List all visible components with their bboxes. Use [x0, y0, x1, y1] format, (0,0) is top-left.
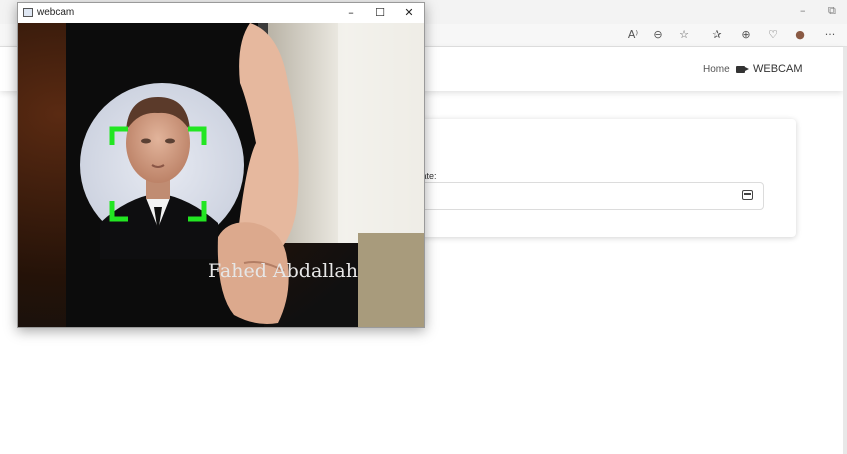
- nav-webcam-label: WEBCAM: [753, 63, 803, 75]
- close-button[interactable]: ✕: [402, 6, 416, 20]
- extensions-icon[interactable]: ♡: [765, 27, 781, 43]
- webcam-frame: Fahed Abdallah: [18, 23, 424, 327]
- window-app-icon: [23, 8, 33, 17]
- webcam-window-title: webcam: [37, 7, 75, 18]
- page-scrollbar[interactable]: [843, 47, 847, 454]
- nav-webcam-link[interactable]: WEBCAM: [736, 63, 803, 75]
- minimize-button[interactable]: –: [344, 6, 358, 20]
- calendar-icon[interactable]: [742, 190, 753, 200]
- browser-restore-button[interactable]: ⧉: [828, 4, 836, 18]
- recognized-name-label: Fahed Abdallah: [208, 260, 358, 282]
- webcam-window[interactable]: webcam – ☐ ✕ Fahed Abdallah: [17, 2, 425, 328]
- read-aloud-icon[interactable]: A⁾: [625, 27, 641, 43]
- browser-minimize-button[interactable]: –: [800, 4, 806, 17]
- nav-home-link[interactable]: Home: [703, 64, 730, 75]
- date-input[interactable]: [410, 182, 764, 210]
- favorites-list-icon[interactable]: ✰: [709, 27, 725, 43]
- profile-avatar-icon[interactable]: ●: [792, 27, 808, 43]
- maximize-button[interactable]: ☐: [373, 6, 387, 20]
- more-menu-icon[interactable]: ···: [822, 27, 838, 43]
- video-camera-icon: [736, 65, 749, 73]
- zoom-icon[interactable]: ⊖: [650, 27, 666, 43]
- favorite-star-icon[interactable]: ☆: [676, 27, 692, 43]
- webcam-feed: Fahed Abdallah: [18, 23, 424, 327]
- webcam-title-bar[interactable]: webcam – ☐ ✕: [18, 3, 424, 23]
- collections-icon[interactable]: ⊕: [738, 27, 754, 43]
